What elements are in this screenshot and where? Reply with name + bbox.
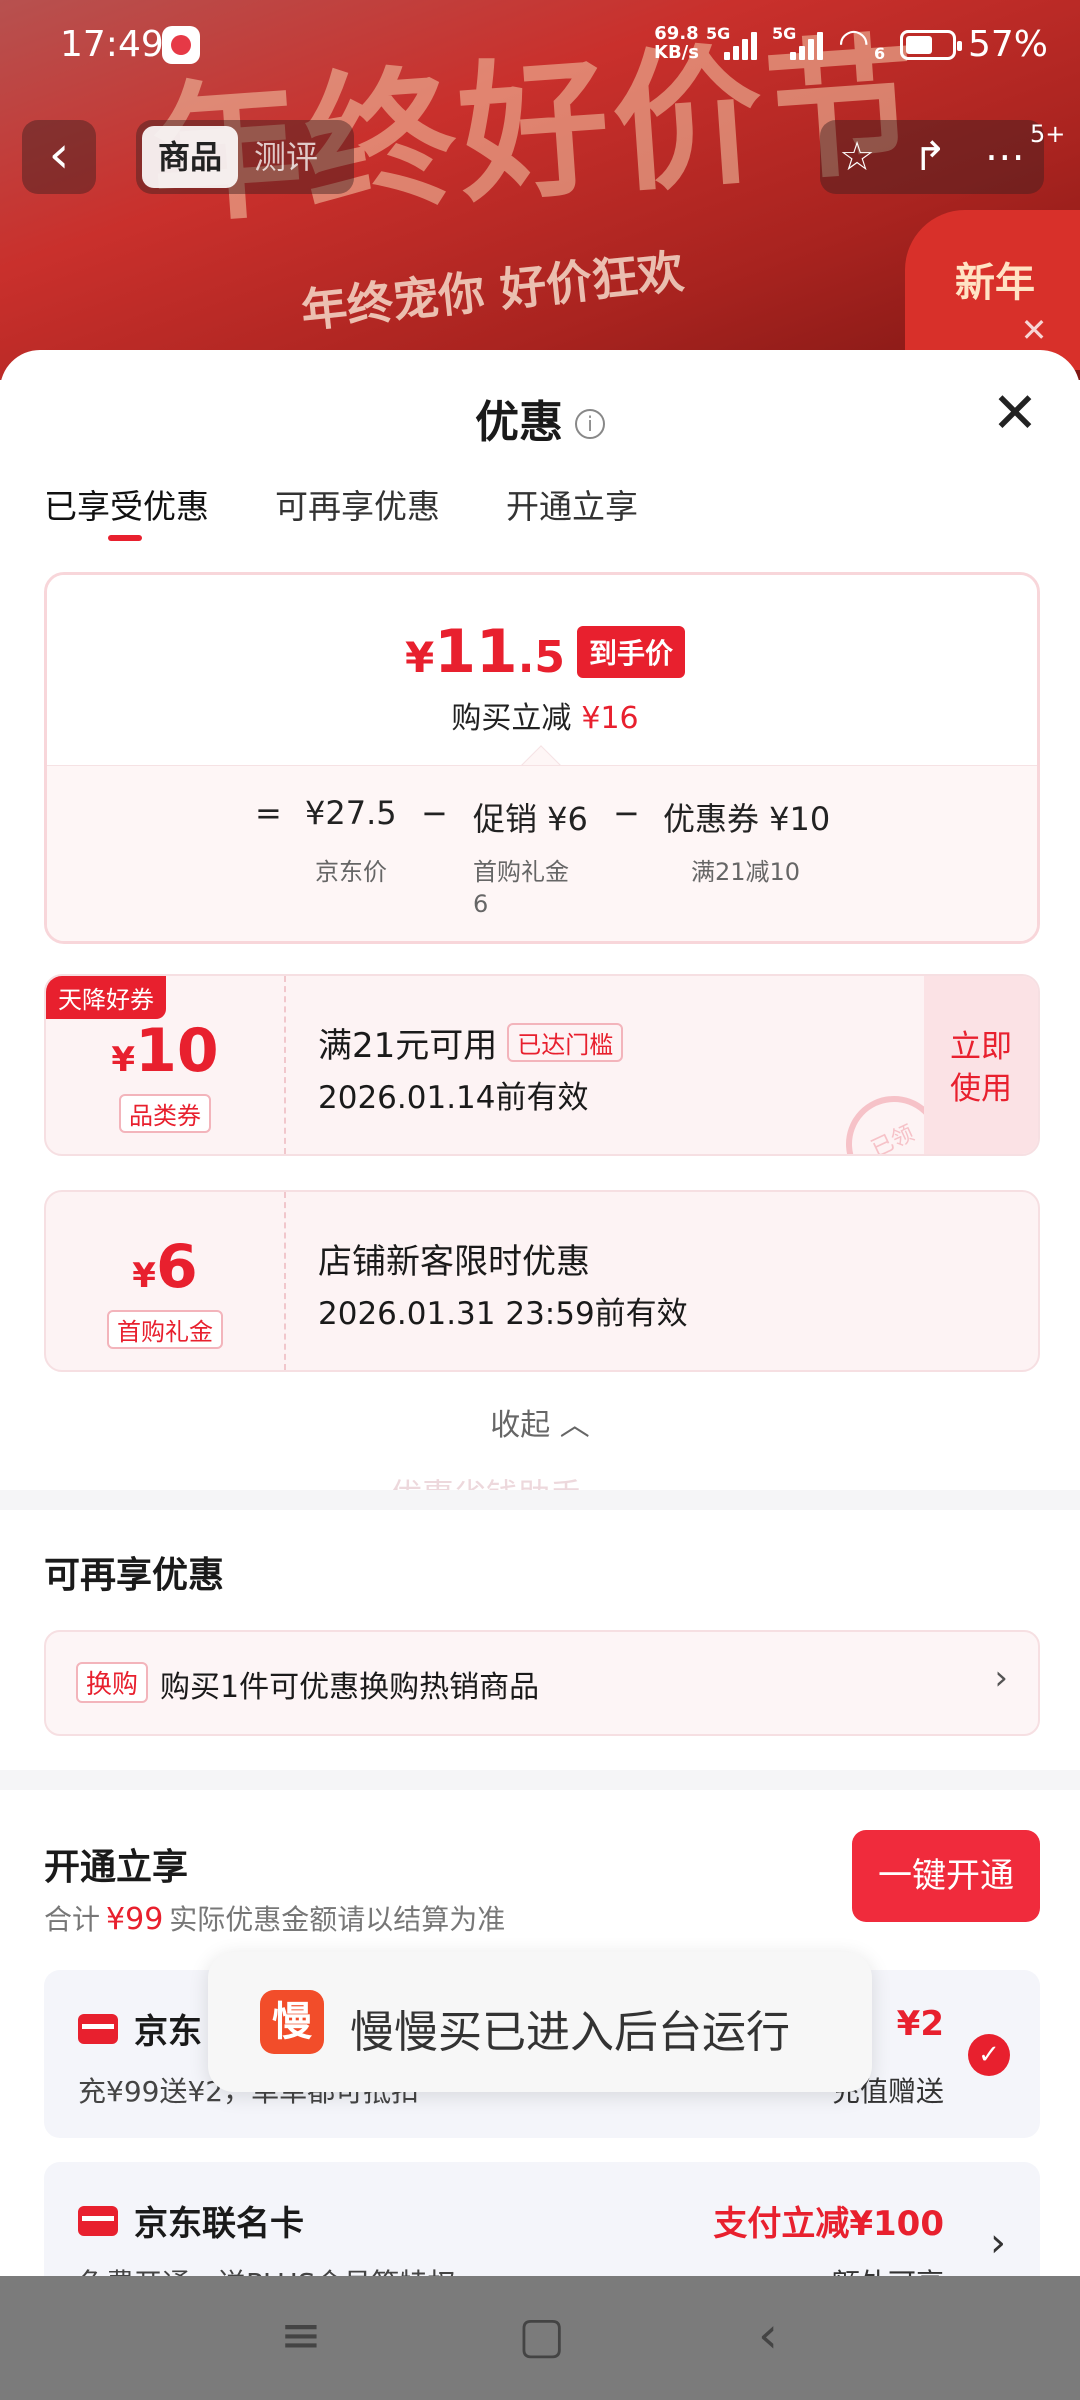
final-price: ¥11.5 bbox=[404, 617, 566, 687]
swap-text: 购买1件可优惠换购热销商品 bbox=[160, 1670, 540, 1705]
wifi-icon: ◠ bbox=[838, 22, 870, 63]
coupon-price: 优惠券 ¥10 bbox=[663, 800, 831, 838]
chevron-right-icon: › bbox=[990, 2220, 1006, 2266]
wifi-sub: 6 bbox=[874, 44, 886, 63]
collapse-button[interactable]: 收起 ︿ bbox=[0, 1400, 1080, 1444]
coupon-validity: 2026.01.14前有效 bbox=[318, 1080, 589, 1116]
coupon-kind: 首购礼金 bbox=[107, 1310, 223, 1349]
use-now-button[interactable]: 立即 使用 bbox=[924, 976, 1038, 1154]
card-icon bbox=[78, 2206, 118, 2236]
reduce-amount: ¥16 bbox=[581, 701, 639, 736]
promo-price: 促销 ¥6 bbox=[473, 800, 588, 838]
total-note: 实际优惠金额请以结算为准 bbox=[169, 1903, 506, 1936]
nav-actions: ☆ ↱ ⋯ bbox=[820, 120, 1044, 194]
price-breakdown-card: ¥11.5 到手价 购买立减 ¥16 = ¥27.5 京东价 − 促销 ¥6 首购礼… bbox=[44, 572, 1040, 944]
discount-tabs: 已享受优惠 可再享优惠 开通立享 bbox=[44, 480, 638, 541]
toast-message: 慢慢买已进入后台运行 bbox=[350, 2007, 790, 2058]
share-icon[interactable]: ↱ bbox=[913, 134, 947, 180]
status-time: 17:49 bbox=[60, 24, 164, 65]
coupon-amount: ¥6 bbox=[132, 1232, 198, 1302]
promo-label-line2: 6 bbox=[473, 890, 489, 918]
coupon-first-purchase: ¥6 首购礼金 店铺新客限时优惠 2026.01.31 23:59前有效 bbox=[44, 1190, 1040, 1372]
menu-icon[interactable]: ≡ bbox=[280, 2306, 322, 2364]
use-now-line1: 立即 bbox=[950, 1029, 1012, 1065]
app-logo-icon: 慢 bbox=[260, 1990, 324, 2054]
net-speed-value: 69.8 bbox=[654, 23, 699, 44]
card-value: 支付立减¥100 bbox=[713, 2204, 944, 2244]
net-speed-unit: KB/s bbox=[654, 42, 699, 63]
total-label: 合计 bbox=[44, 1903, 101, 1936]
banner-slogan: 年终宠你 好价狂欢 bbox=[298, 244, 687, 338]
card-name: 京东 bbox=[134, 2012, 202, 2052]
final-price-tag: 到手价 bbox=[577, 626, 686, 678]
coupon-title-wrap: 满21元可用 已达门槛 bbox=[318, 1018, 624, 1067]
swap-tag: 换购 bbox=[76, 1662, 149, 1703]
sheet-title-wrap: 优惠 i bbox=[0, 386, 1080, 450]
tab-product[interactable]: 商品 bbox=[142, 126, 239, 188]
message-badge: 5+ bbox=[1030, 120, 1066, 148]
tab-review[interactable]: 测评 bbox=[238, 126, 334, 188]
battery-percent: 57% bbox=[968, 24, 1049, 65]
coupon-validity: 2026.01.31 23:59前有效 bbox=[318, 1296, 688, 1332]
promo-label-line1: 首购礼金 bbox=[473, 858, 569, 886]
chevron-right-icon: › bbox=[994, 1658, 1008, 1698]
net-speed: 69.8 KB/s bbox=[654, 24, 699, 62]
tab-enjoyed[interactable]: 已享受优惠 bbox=[44, 480, 209, 541]
chevron-up-icon: ︿ bbox=[559, 1408, 590, 1443]
tab-open-enjoy[interactable]: 开通立享 bbox=[506, 480, 638, 528]
more-offers-title: 可再享优惠 bbox=[44, 1555, 225, 1596]
check-icon[interactable]: ✓ bbox=[968, 2034, 1010, 2076]
total-amount: ¥99 bbox=[106, 1902, 164, 1937]
info-icon[interactable]: i bbox=[575, 409, 605, 439]
reduce-row: 购买立减 ¥16 bbox=[47, 693, 1037, 737]
reduce-label: 购买立减 bbox=[451, 701, 572, 736]
more-icon[interactable]: ⋯ bbox=[985, 134, 1025, 180]
swap-offer-row[interactable]: 换购 购买1件可优惠换购热销商品 › bbox=[44, 1630, 1040, 1736]
signal-icon bbox=[724, 30, 760, 60]
promo-price-label: 首购礼金 6 bbox=[473, 856, 569, 920]
base-price-label: 京东价 bbox=[315, 858, 387, 886]
product-tabs: 商品 测评 bbox=[136, 120, 354, 194]
reach-threshold-tag: 已达门槛 bbox=[507, 1023, 624, 1062]
coupon-title: 满21元可用 bbox=[318, 1026, 498, 1066]
coupon-amount: ¥10 bbox=[111, 1016, 219, 1086]
total-row: 合计 ¥99 实际优惠金额请以结算为准 bbox=[44, 1898, 505, 1938]
section-divider bbox=[0, 1770, 1080, 1790]
section-divider bbox=[0, 1490, 1080, 1510]
card-name: 京东联名卡 bbox=[134, 2204, 304, 2244]
tab-more-offers[interactable]: 可再享优惠 bbox=[275, 480, 440, 528]
open-section-title: 开通立享 bbox=[44, 1847, 189, 1888]
jd-cobrand-card[interactable]: 京东联名卡 免费开通，送PLUS会员等特权 支付立减¥100 额外可享 › bbox=[44, 2162, 1040, 2280]
back-button[interactable]: ‹ bbox=[22, 120, 96, 194]
card-value: ¥2 bbox=[896, 2004, 944, 2044]
coupon-category: ¥10 品类券 天降好券 满21元可用 已达门槛 2026.01.14前有效 已领… bbox=[44, 974, 1040, 1156]
system-nav-bar: ≡ ▢ ‹ bbox=[0, 2276, 1080, 2400]
signal-icon-2 bbox=[790, 30, 826, 60]
equals-sign: = bbox=[255, 794, 282, 832]
background-toast: 慢 慢慢买已进入后台运行 bbox=[208, 1952, 872, 2092]
collapse-label: 收起 bbox=[490, 1408, 551, 1443]
coupon-price-label: 满21减10 bbox=[691, 858, 801, 886]
sheet-title: 优惠 bbox=[475, 397, 563, 448]
home-icon[interactable]: ▢ bbox=[518, 2306, 565, 2364]
app-notification-icon bbox=[162, 26, 200, 64]
base-price: ¥27.5 bbox=[305, 794, 397, 832]
coupon-title: 店铺新客限时优惠 bbox=[318, 1242, 590, 1282]
battery-icon bbox=[900, 30, 962, 60]
close-icon[interactable]: ✕ bbox=[990, 386, 1040, 442]
coupon-kind: 品类券 bbox=[119, 1094, 211, 1133]
star-icon[interactable]: ☆ bbox=[839, 134, 875, 180]
use-now-line2: 使用 bbox=[950, 1071, 1012, 1107]
one-click-open-button[interactable]: 一键开通 bbox=[852, 1830, 1040, 1922]
back-icon[interactable]: ‹ bbox=[758, 2306, 778, 2364]
chevron-left-icon: ‹ bbox=[48, 125, 70, 185]
minus-sign: − bbox=[421, 794, 448, 832]
ad-close-icon[interactable]: ✕ bbox=[1014, 310, 1054, 350]
coupon-ribbon: 天降好券 bbox=[46, 976, 166, 1019]
status-bar: 17:49 69.8 KB/s 5G 5G ◠ 6 57% bbox=[0, 0, 1080, 90]
card-icon bbox=[78, 2014, 118, 2044]
minus-sign-2: − bbox=[613, 794, 640, 832]
